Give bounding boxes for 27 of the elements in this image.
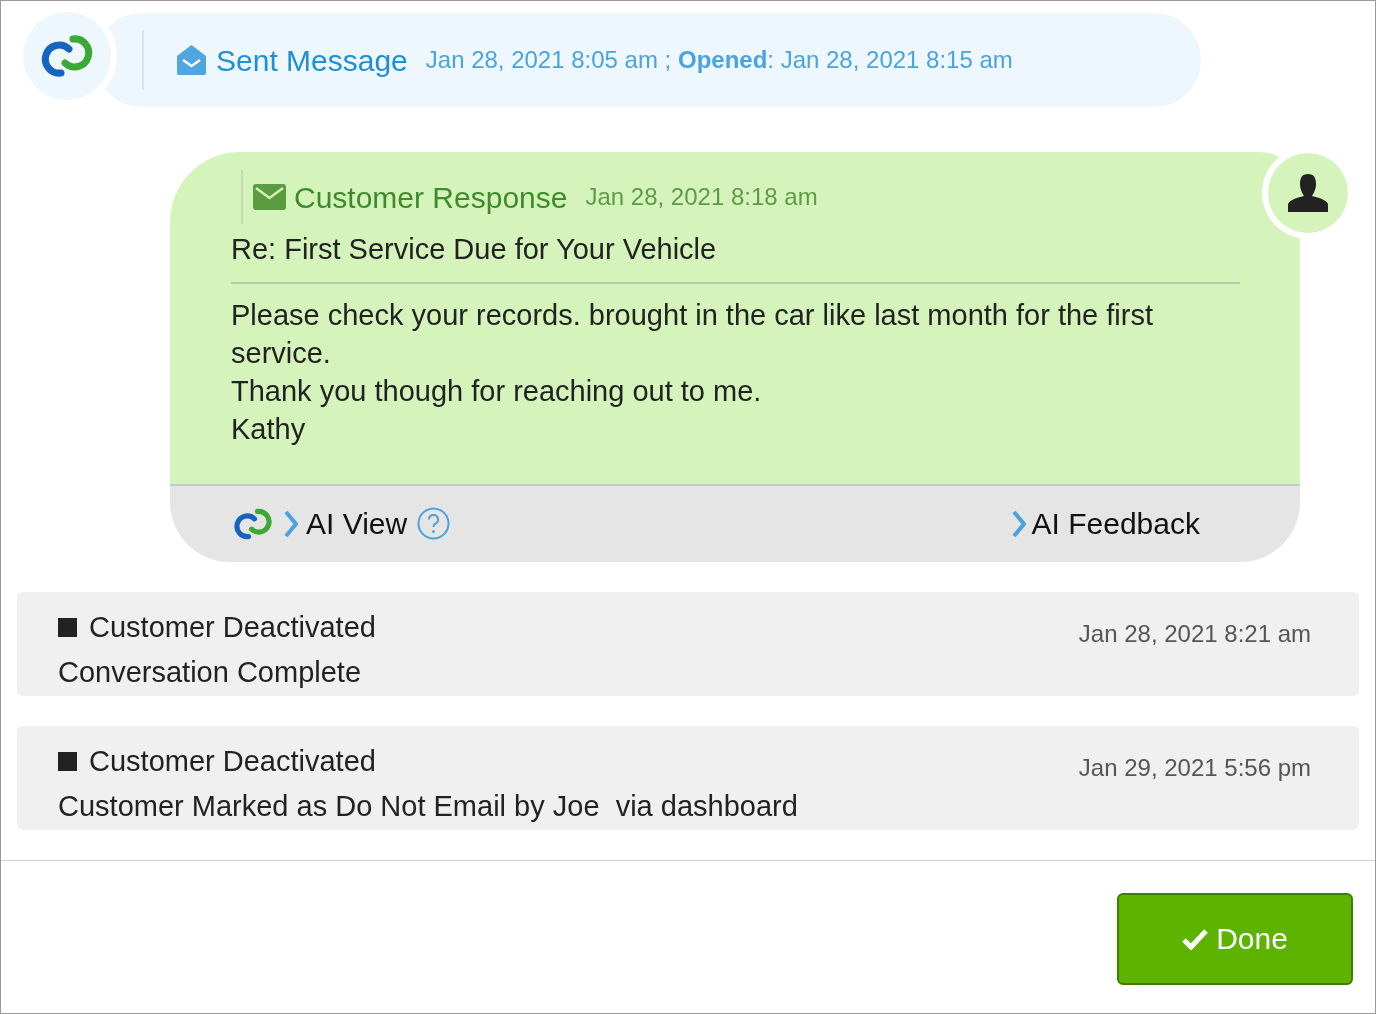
square-bullet-icon [58,617,77,637]
event-time: Jan 29, 2021 5:56 pm [1078,752,1311,783]
event-detail: Customer Marked as Do Not Email by Joe via dashboard [58,789,798,824]
help-icon[interactable] [417,507,451,540]
checkmark-icon [1182,927,1209,950]
linked-rings-logo-icon [232,506,274,541]
sent-message-time: Jan 28, 2021 8:05 am ; Opened: Jan 28, 2021 8:15 am [425,45,1013,75]
chevron-right-icon [284,509,298,538]
chevron-right-icon [1011,509,1026,538]
customer-response-time: Jan 28, 2021 8:18 am [585,182,818,212]
sent-message-title: Sent Message [216,42,408,79]
message-line: Kathy [231,411,307,447]
event-title: Customer Deactivated [89,609,376,645]
square-bullet-icon [58,751,77,771]
message-line: Please check your records. brought in the car like last month for the first service. [231,297,1154,371]
event-time: Jan 28, 2021 8:21 am [1078,618,1311,649]
ai-view-link[interactable]: AI View [284,501,408,546]
ai-feedback-link[interactable]: AI Feedback [1011,501,1200,546]
envelope-icon [253,184,286,210]
event-title: Customer Deactivated [89,743,376,779]
open-envelope-icon [175,44,208,76]
event-detail: Conversation Complete [58,655,363,690]
message-line: Thank you though for reaching out to me. [231,373,763,409]
customer-response-title: Customer Response [294,179,568,216]
linked-rings-logo-icon [39,33,95,79]
person-silhouette-icon [1288,174,1328,212]
email-subject: Re: First Service Due for Your Vehicle [231,228,1240,284]
